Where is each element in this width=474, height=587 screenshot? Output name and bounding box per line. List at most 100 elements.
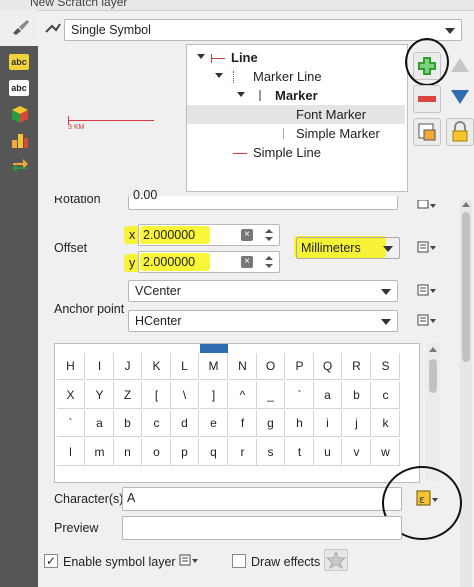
char-cell[interactable]: h bbox=[286, 410, 314, 437]
offset-y-field[interactable]: 2.000000 × bbox=[138, 251, 280, 273]
char-cell[interactable]: v bbox=[343, 439, 371, 466]
offset-x-field[interactable]: 2.000000 × bbox=[138, 224, 280, 246]
char-cell[interactable]: ^ bbox=[229, 382, 257, 409]
char-cell[interactable]: K bbox=[143, 353, 171, 380]
down-arrow-icon[interactable] bbox=[451, 90, 469, 104]
char-cell[interactable]: k bbox=[372, 410, 400, 437]
charmap-scrollbar[interactable] bbox=[426, 343, 440, 481]
scroll-up-icon[interactable] bbox=[429, 347, 437, 352]
clear-icon[interactable]: × bbox=[241, 229, 253, 241]
data-defined-icon[interactable] bbox=[414, 283, 440, 299]
char-cell[interactable]: b bbox=[343, 382, 371, 409]
char-cell[interactable]: ` bbox=[57, 410, 85, 437]
tree-row-font-marker[interactable]: Font Marker bbox=[187, 105, 405, 124]
char-cell[interactable]: q bbox=[200, 439, 228, 466]
char-cell[interactable]: P bbox=[286, 353, 314, 380]
char-cell[interactable]: c bbox=[143, 410, 171, 437]
char-cell[interactable]: f bbox=[229, 410, 257, 437]
symbol-layer-tree[interactable]: Line Marker Line Marker Font Marker Simp… bbox=[186, 44, 408, 192]
data-defined-icon[interactable] bbox=[414, 240, 440, 256]
scrollbar-thumb[interactable] bbox=[429, 359, 437, 393]
char-cell[interactable]: n bbox=[114, 439, 142, 466]
expand-arrow-icon[interactable] bbox=[215, 73, 223, 78]
char-cell[interactable]: J bbox=[114, 353, 142, 380]
cube-icon[interactable] bbox=[10, 104, 30, 124]
enable-layer-checkbox[interactable]: ✓ bbox=[44, 554, 58, 568]
clear-icon[interactable]: × bbox=[241, 256, 253, 268]
char-cell[interactable]: ` bbox=[286, 382, 314, 409]
character-map[interactable]: H I J K L M N O P Q R S X Y Z[\] ^ _ ` a b c ` a b c d e f g h i j k l m n o… bbox=[54, 343, 420, 483]
properties-scrollbar[interactable] bbox=[460, 200, 472, 587]
char-cell[interactable]: ] bbox=[200, 382, 228, 409]
brush-icon[interactable] bbox=[10, 18, 30, 36]
tree-row-marker-line[interactable]: Marker Line bbox=[187, 67, 405, 86]
char-cell[interactable]: Q bbox=[314, 353, 342, 380]
diagram-icon[interactable] bbox=[10, 130, 30, 150]
char-cell[interactable]: Z bbox=[114, 382, 142, 409]
scroll-up-icon[interactable] bbox=[462, 202, 470, 207]
tree-row-line[interactable]: Line bbox=[187, 48, 405, 67]
char-cell[interactable]: a bbox=[314, 382, 342, 409]
lock-layer-button[interactable] bbox=[446, 118, 474, 146]
offset-x-value[interactable]: 2.000000 bbox=[143, 228, 195, 242]
char-cell[interactable]: u bbox=[314, 439, 342, 466]
char-cell[interactable]: w bbox=[372, 439, 400, 466]
char-cell[interactable]: l bbox=[57, 439, 85, 466]
char-cell[interactable]: a bbox=[86, 410, 114, 437]
up-arrow-icon[interactable] bbox=[451, 58, 469, 72]
data-defined-icon[interactable] bbox=[414, 199, 440, 212]
offset-y-value[interactable]: 2.000000 bbox=[143, 255, 195, 269]
spin-down-icon[interactable] bbox=[265, 237, 273, 241]
symbol-type-select[interactable]: Single Symbol bbox=[64, 19, 462, 41]
rotation-field[interactable]: 0.00 bbox=[128, 188, 398, 210]
char-cell[interactable]: i bbox=[314, 410, 342, 437]
expand-arrow-icon[interactable] bbox=[197, 54, 205, 59]
offset-units-select[interactable]: Millimeters bbox=[296, 237, 400, 259]
spin-down-icon[interactable] bbox=[265, 264, 273, 268]
char-cell[interactable]: R bbox=[343, 353, 371, 380]
char-cell[interactable]: I bbox=[86, 353, 114, 380]
char-cell[interactable]: j bbox=[343, 410, 371, 437]
data-defined-icon[interactable] bbox=[176, 553, 202, 569]
scrollbar-thumb[interactable] bbox=[462, 212, 470, 362]
effects-button[interactable] bbox=[324, 549, 348, 571]
draw-effects-checkbox[interactable] bbox=[232, 554, 246, 568]
char-cell[interactable]: Y bbox=[86, 382, 114, 409]
char-cell[interactable]: O bbox=[257, 353, 285, 380]
char-cell[interactable]: _ bbox=[257, 382, 285, 409]
tree-row-marker[interactable]: Marker bbox=[187, 86, 405, 105]
char-cell[interactable]: b bbox=[114, 410, 142, 437]
remove-layer-button[interactable] bbox=[413, 85, 441, 113]
char-cell[interactable]: p bbox=[171, 439, 199, 466]
tree-row-simple-line[interactable]: Simple Line bbox=[187, 143, 405, 162]
char-cell[interactable]: L bbox=[171, 353, 199, 380]
char-cell[interactable]: s bbox=[257, 439, 285, 466]
char-cell[interactable]: H bbox=[57, 353, 85, 380]
characters-field[interactable]: A bbox=[122, 487, 402, 511]
char-cell[interactable]: M bbox=[200, 353, 228, 380]
expand-arrow-icon[interactable] bbox=[237, 92, 245, 97]
char-cell[interactable]: [ bbox=[143, 382, 171, 409]
char-cell[interactable]: g bbox=[257, 410, 285, 437]
tree-row-simple-marker[interactable]: Simple Marker bbox=[187, 124, 405, 143]
char-cell[interactable]: t bbox=[286, 439, 314, 466]
char-cell[interactable]: r bbox=[229, 439, 257, 466]
abc-label-icon[interactable]: abc bbox=[9, 54, 29, 70]
arrows-icon[interactable] bbox=[10, 156, 30, 176]
char-cell[interactable]: N bbox=[229, 353, 257, 380]
data-defined-icon[interactable] bbox=[414, 313, 440, 329]
spin-up-icon[interactable] bbox=[265, 256, 273, 260]
characters-value[interactable]: A bbox=[127, 491, 135, 505]
char-cell[interactable]: X bbox=[57, 382, 85, 409]
anchor-horizontal-select[interactable]: HCenter bbox=[128, 310, 398, 332]
duplicate-layer-button[interactable] bbox=[413, 118, 441, 146]
char-cell[interactable]: m bbox=[86, 439, 114, 466]
char-cell[interactable]: \ bbox=[171, 382, 199, 409]
spin-up-icon[interactable] bbox=[265, 229, 273, 233]
char-cell[interactable]: o bbox=[143, 439, 171, 466]
char-cell[interactable]: S bbox=[372, 353, 400, 380]
abc-icon[interactable]: abc bbox=[9, 80, 29, 96]
char-cell[interactable]: e bbox=[200, 410, 228, 437]
anchor-vertical-select[interactable]: VCenter bbox=[128, 280, 398, 302]
char-cell[interactable]: d bbox=[171, 410, 199, 437]
